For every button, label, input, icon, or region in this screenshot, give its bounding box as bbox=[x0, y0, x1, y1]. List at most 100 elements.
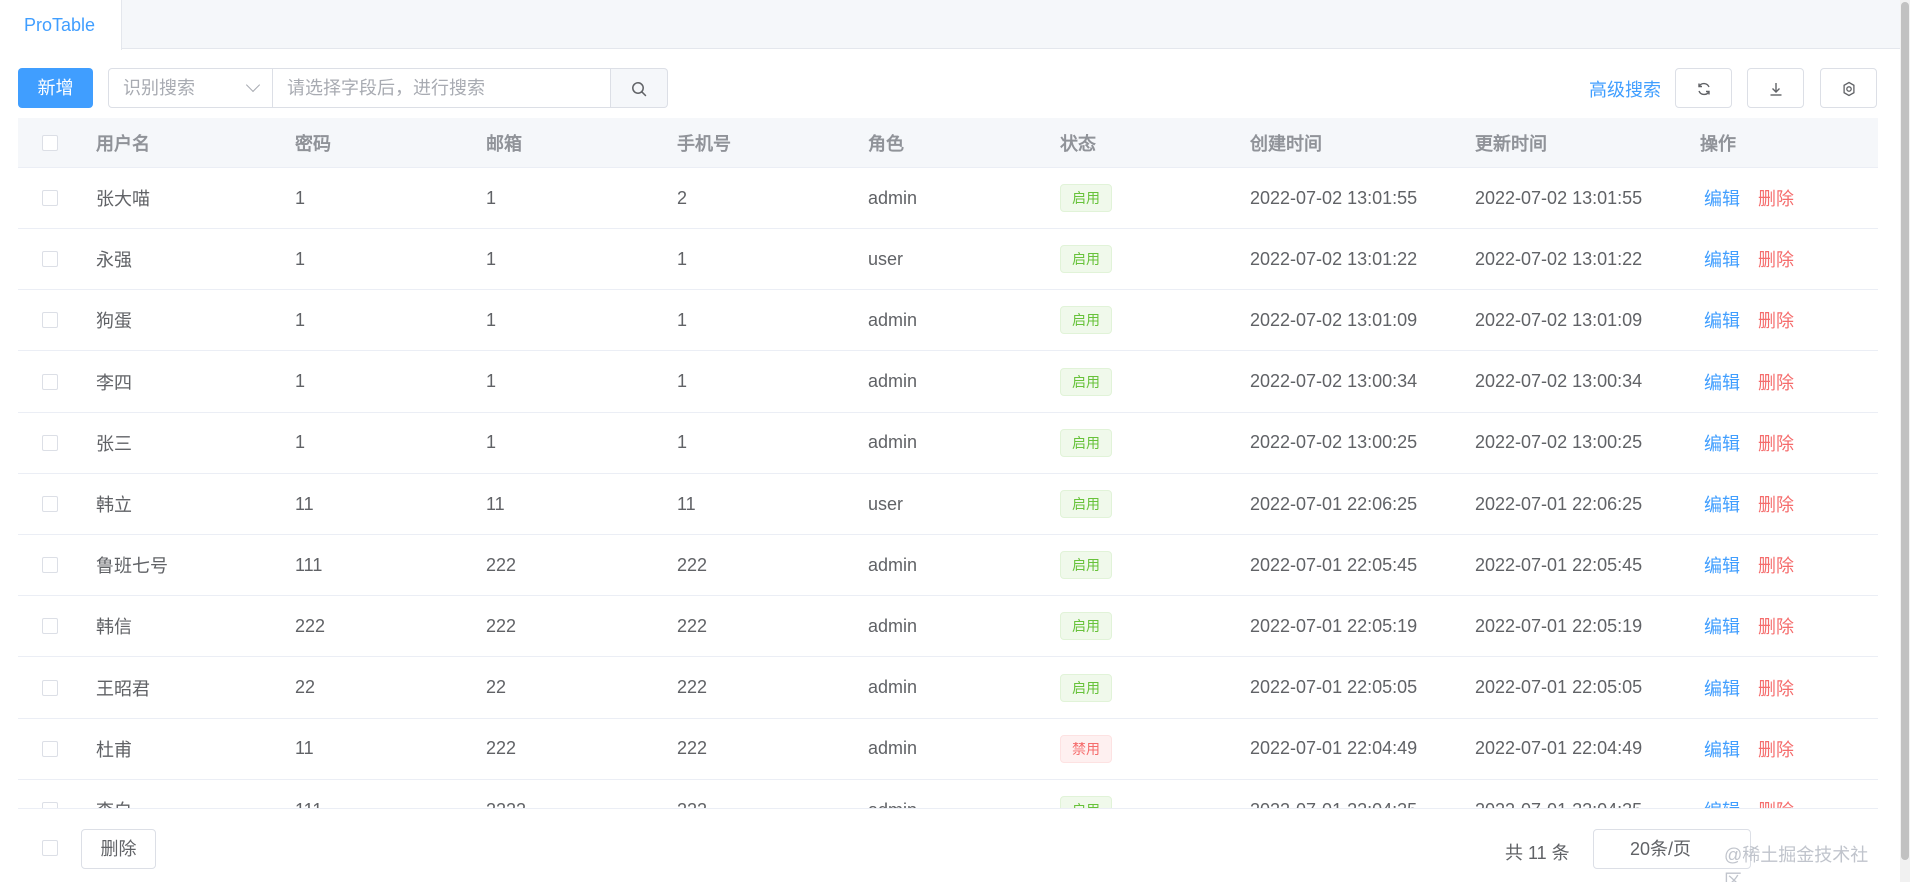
row-checkbox[interactable] bbox=[42, 251, 58, 268]
edit-button[interactable]: 编辑 bbox=[1704, 491, 1740, 517]
search-input[interactable]: 请选择字段后，进行搜索 bbox=[273, 68, 611, 108]
cell-updated: 2022-07-02 13:00:25 bbox=[1475, 432, 1643, 453]
column-header-phone: 手机号 bbox=[677, 133, 731, 154]
add-button[interactable]: 新增 bbox=[18, 68, 93, 108]
cell-username: 杜甫 bbox=[96, 739, 132, 760]
edit-button[interactable]: 编辑 bbox=[1704, 246, 1740, 272]
cell-status: 启用 bbox=[1060, 780, 1112, 808]
cell-actions: 编辑删除 bbox=[1704, 229, 1794, 289]
cell-phone: 222 bbox=[677, 554, 708, 575]
cell-username: 韩信 bbox=[96, 617, 132, 638]
delete-button[interactable]: 删除 bbox=[1758, 307, 1794, 333]
page-scrollbar[interactable] bbox=[1900, 0, 1910, 882]
cell-status: 禁用 bbox=[1060, 719, 1112, 779]
table-row: 张三 1 1 1 admin 2022-07-02 13:00:25 2022-07-02 … bbox=[18, 413, 1878, 474]
table-row: 鲁班七号 111 222 222 admin 2022-07-01 22:05:45 202… bbox=[18, 535, 1878, 597]
status-badge: 启用 bbox=[1060, 306, 1112, 335]
table-footer: 删除 共 11 条 20条/页 @稀土掘金技术社区 bbox=[18, 808, 1878, 882]
cell-actions: 编辑删除 bbox=[1704, 290, 1794, 350]
cell-actions: 编辑删除 bbox=[1704, 474, 1794, 534]
cell-role: user bbox=[868, 493, 904, 514]
cell-password: 11 bbox=[295, 493, 314, 514]
delete-button[interactable]: 删除 bbox=[1758, 797, 1794, 808]
status-badge: 启用 bbox=[1060, 490, 1112, 518]
delete-button[interactable]: 删除 bbox=[1758, 491, 1794, 517]
delete-button[interactable]: 删除 bbox=[1758, 613, 1794, 639]
row-checkbox[interactable] bbox=[42, 496, 58, 512]
scrollbar-thumb[interactable] bbox=[1901, 2, 1909, 860]
delete-button[interactable]: 删除 bbox=[1758, 430, 1794, 456]
delete-button[interactable]: 删除 bbox=[1758, 675, 1794, 701]
footer-select-all-checkbox[interactable] bbox=[42, 840, 58, 856]
row-select-cell bbox=[42, 290, 58, 350]
cell-actions: 编辑删除 bbox=[1704, 719, 1794, 779]
advanced-search-link[interactable]: 高级搜索 bbox=[1589, 76, 1661, 102]
row-checkbox[interactable] bbox=[42, 312, 58, 329]
row-checkbox[interactable] bbox=[42, 618, 58, 635]
delete-button[interactable]: 删除 bbox=[1758, 552, 1794, 578]
edit-button[interactable]: 编辑 bbox=[1704, 430, 1740, 456]
cell-username: 狗蛋 bbox=[96, 311, 132, 332]
edit-button[interactable]: 编辑 bbox=[1704, 613, 1740, 639]
batch-delete-button[interactable]: 删除 bbox=[81, 829, 156, 869]
cell-phone: 222 bbox=[677, 780, 707, 809]
cell-email: 22 bbox=[486, 677, 507, 698]
cell-actions: 编辑删除 bbox=[1704, 658, 1794, 718]
column-header-updated: 更新时间 bbox=[1475, 133, 1547, 154]
search-field-select[interactable]: 识别搜索 bbox=[108, 68, 273, 108]
cell-created: 2022-07-01 22:05:45 bbox=[1250, 554, 1418, 575]
cell-phone: 222 bbox=[677, 677, 708, 698]
cell-updated: 2022-07-01 22:05:45 bbox=[1475, 554, 1643, 575]
cell-status: 启用 bbox=[1060, 352, 1112, 412]
cell-created: 2022-07-01 22:06:25 bbox=[1250, 493, 1418, 514]
watermark: @稀土掘金技术社区 bbox=[1724, 845, 1869, 882]
select-all-checkbox[interactable] bbox=[42, 134, 58, 151]
cell-created: 2022-07-01 22:04:49 bbox=[1250, 738, 1418, 759]
row-checkbox[interactable] bbox=[42, 190, 58, 206]
refresh-button[interactable] bbox=[1675, 68, 1732, 108]
delete-button[interactable]: 删除 bbox=[1758, 185, 1794, 211]
tab-protable[interactable]: ProTable bbox=[0, 0, 122, 50]
delete-button[interactable]: 删除 bbox=[1758, 369, 1794, 395]
row-checkbox[interactable] bbox=[42, 740, 58, 757]
status-badge: 启用 bbox=[1060, 245, 1112, 274]
cell-role: user bbox=[868, 248, 904, 269]
edit-button[interactable]: 编辑 bbox=[1704, 675, 1740, 701]
cell-password: 1 bbox=[295, 248, 306, 269]
row-checkbox[interactable] bbox=[42, 373, 58, 390]
cell-email: 1 bbox=[486, 309, 497, 330]
row-select-cell bbox=[42, 168, 58, 228]
edit-button[interactable]: 编辑 bbox=[1704, 797, 1740, 808]
row-checkbox[interactable] bbox=[42, 679, 58, 696]
delete-button[interactable]: 删除 bbox=[1758, 736, 1794, 762]
edit-button[interactable]: 编辑 bbox=[1704, 736, 1740, 762]
edit-button[interactable]: 编辑 bbox=[1704, 552, 1740, 578]
delete-button[interactable]: 删除 bbox=[1758, 246, 1794, 272]
row-select-cell bbox=[42, 780, 58, 808]
cell-role: admin bbox=[868, 187, 918, 208]
cell-password: 1 bbox=[295, 187, 306, 208]
download-button[interactable] bbox=[1747, 68, 1804, 108]
cell-email: 11 bbox=[486, 493, 505, 514]
row-select-cell bbox=[42, 535, 58, 595]
cell-updated: 2022-07-02 13:01:55 bbox=[1475, 187, 1643, 208]
cell-created: 2022-07-01 22:04:35 bbox=[1250, 780, 1417, 809]
status-badge: 启用 bbox=[1060, 612, 1112, 641]
cell-phone: 222 bbox=[677, 738, 708, 759]
edit-button[interactable]: 编辑 bbox=[1704, 369, 1740, 395]
cell-status: 启用 bbox=[1060, 229, 1112, 289]
row-checkbox[interactable] bbox=[42, 434, 58, 451]
search-field-select-placeholder: 识别搜索 bbox=[123, 78, 195, 98]
edit-button[interactable]: 编辑 bbox=[1704, 307, 1740, 333]
status-badge: 启用 bbox=[1060, 673, 1112, 702]
cell-password: 111 bbox=[295, 554, 323, 575]
cell-created: 2022-07-02 13:01:09 bbox=[1250, 309, 1418, 330]
cell-email: 222 bbox=[486, 615, 517, 636]
search-button[interactable] bbox=[611, 68, 668, 108]
row-checkbox[interactable] bbox=[42, 557, 58, 574]
table-row: 狗蛋 1 1 1 admin 2022-07-02 13:01:09 2022-07-02 … bbox=[18, 290, 1878, 352]
edit-button[interactable]: 编辑 bbox=[1704, 185, 1740, 211]
row-select-cell bbox=[42, 474, 58, 534]
cell-password: 111 bbox=[295, 780, 322, 809]
settings-button[interactable] bbox=[1820, 68, 1877, 108]
